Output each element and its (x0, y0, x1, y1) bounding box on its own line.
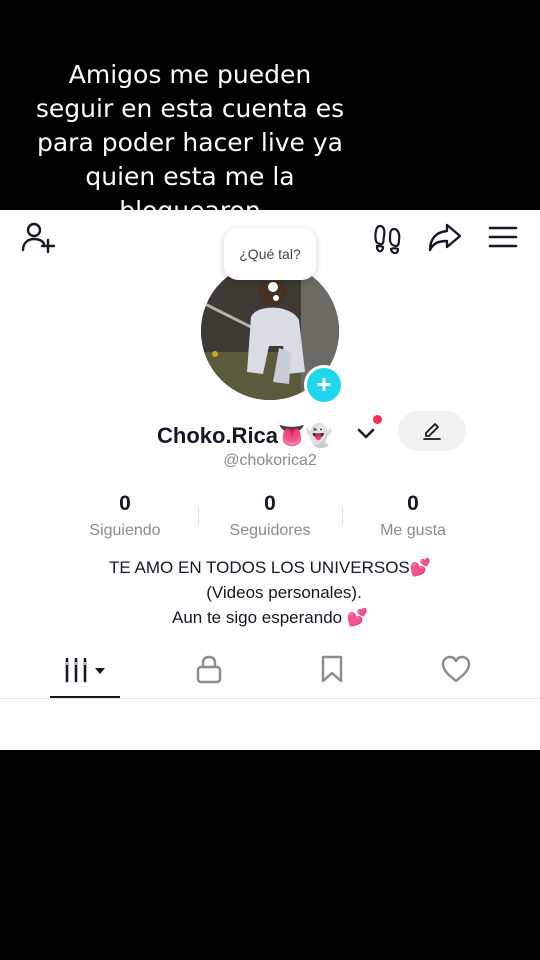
bookmark-icon (321, 655, 343, 683)
bio-line: TE AMO EN TODOS LOS UNIVERSOS💕 (109, 558, 431, 577)
tab-liked[interactable] (440, 650, 472, 692)
thought-bubble-text: ¿Qué tal? (239, 246, 301, 262)
tab-saved[interactable] (320, 650, 344, 692)
lock-icon (196, 655, 222, 684)
bio-line: (Videos personales). (206, 583, 362, 602)
profile-screen: + ¿Qué tal? Choko.Rica👅👻 @chokorica2 0 S… (0, 210, 540, 750)
caption-line: Amigos me pueden (68, 60, 312, 89)
stat-divider (198, 506, 199, 526)
footprints-icon[interactable] (372, 222, 404, 254)
tabs-divider (0, 698, 540, 699)
stat-label: Me gusta (380, 522, 446, 539)
stat-following[interactable]: 0 Siguiendo (55, 492, 195, 540)
handle-text: @chokorica2 (223, 452, 317, 469)
tab-videos[interactable] (62, 650, 110, 692)
pencil-icon (423, 423, 441, 440)
stat-label: Seguidores (229, 522, 311, 539)
videos-grid-icon (65, 657, 105, 683)
caption-line: quien esta me la (85, 162, 295, 191)
stat-value: 0 (264, 492, 276, 515)
caption-line: para poder hacer live ya (36, 128, 344, 157)
stat-label: Siguiendo (89, 522, 161, 539)
chevron-down-icon[interactable] (356, 427, 376, 441)
share-icon[interactable] (427, 222, 463, 252)
menu-icon[interactable] (488, 225, 518, 249)
notification-dot (373, 415, 382, 424)
bio: TE AMO EN TODOS LOS UNIVERSOS💕 (Videos p… (0, 555, 540, 630)
thought-bubble[interactable]: ¿Qué tal? (224, 228, 316, 280)
tab-private[interactable] (196, 650, 222, 692)
display-name[interactable]: Choko.Rica👅👻 (157, 423, 333, 449)
stat-value: 0 (119, 492, 131, 515)
video-caption: Amigos me pueden seguir en esta cuenta e… (10, 58, 370, 228)
caption-line: seguir en esta cuenta es (35, 94, 345, 123)
add-story-button[interactable]: + (304, 365, 344, 405)
edit-profile-button[interactable] (398, 411, 466, 451)
bubble-dot (273, 295, 279, 301)
stat-value: 0 (407, 492, 419, 515)
stat-followers[interactable]: 0 Seguidores (200, 492, 340, 540)
caption-line: bloquearon (119, 196, 261, 225)
bubble-dot (268, 282, 278, 292)
bio-line: Aun te sigo esperando 💕 (171, 608, 368, 627)
stat-likes[interactable]: 0 Me gusta (343, 492, 483, 540)
username-handle: @chokorica2 (0, 452, 540, 470)
heart-icon (441, 655, 471, 683)
